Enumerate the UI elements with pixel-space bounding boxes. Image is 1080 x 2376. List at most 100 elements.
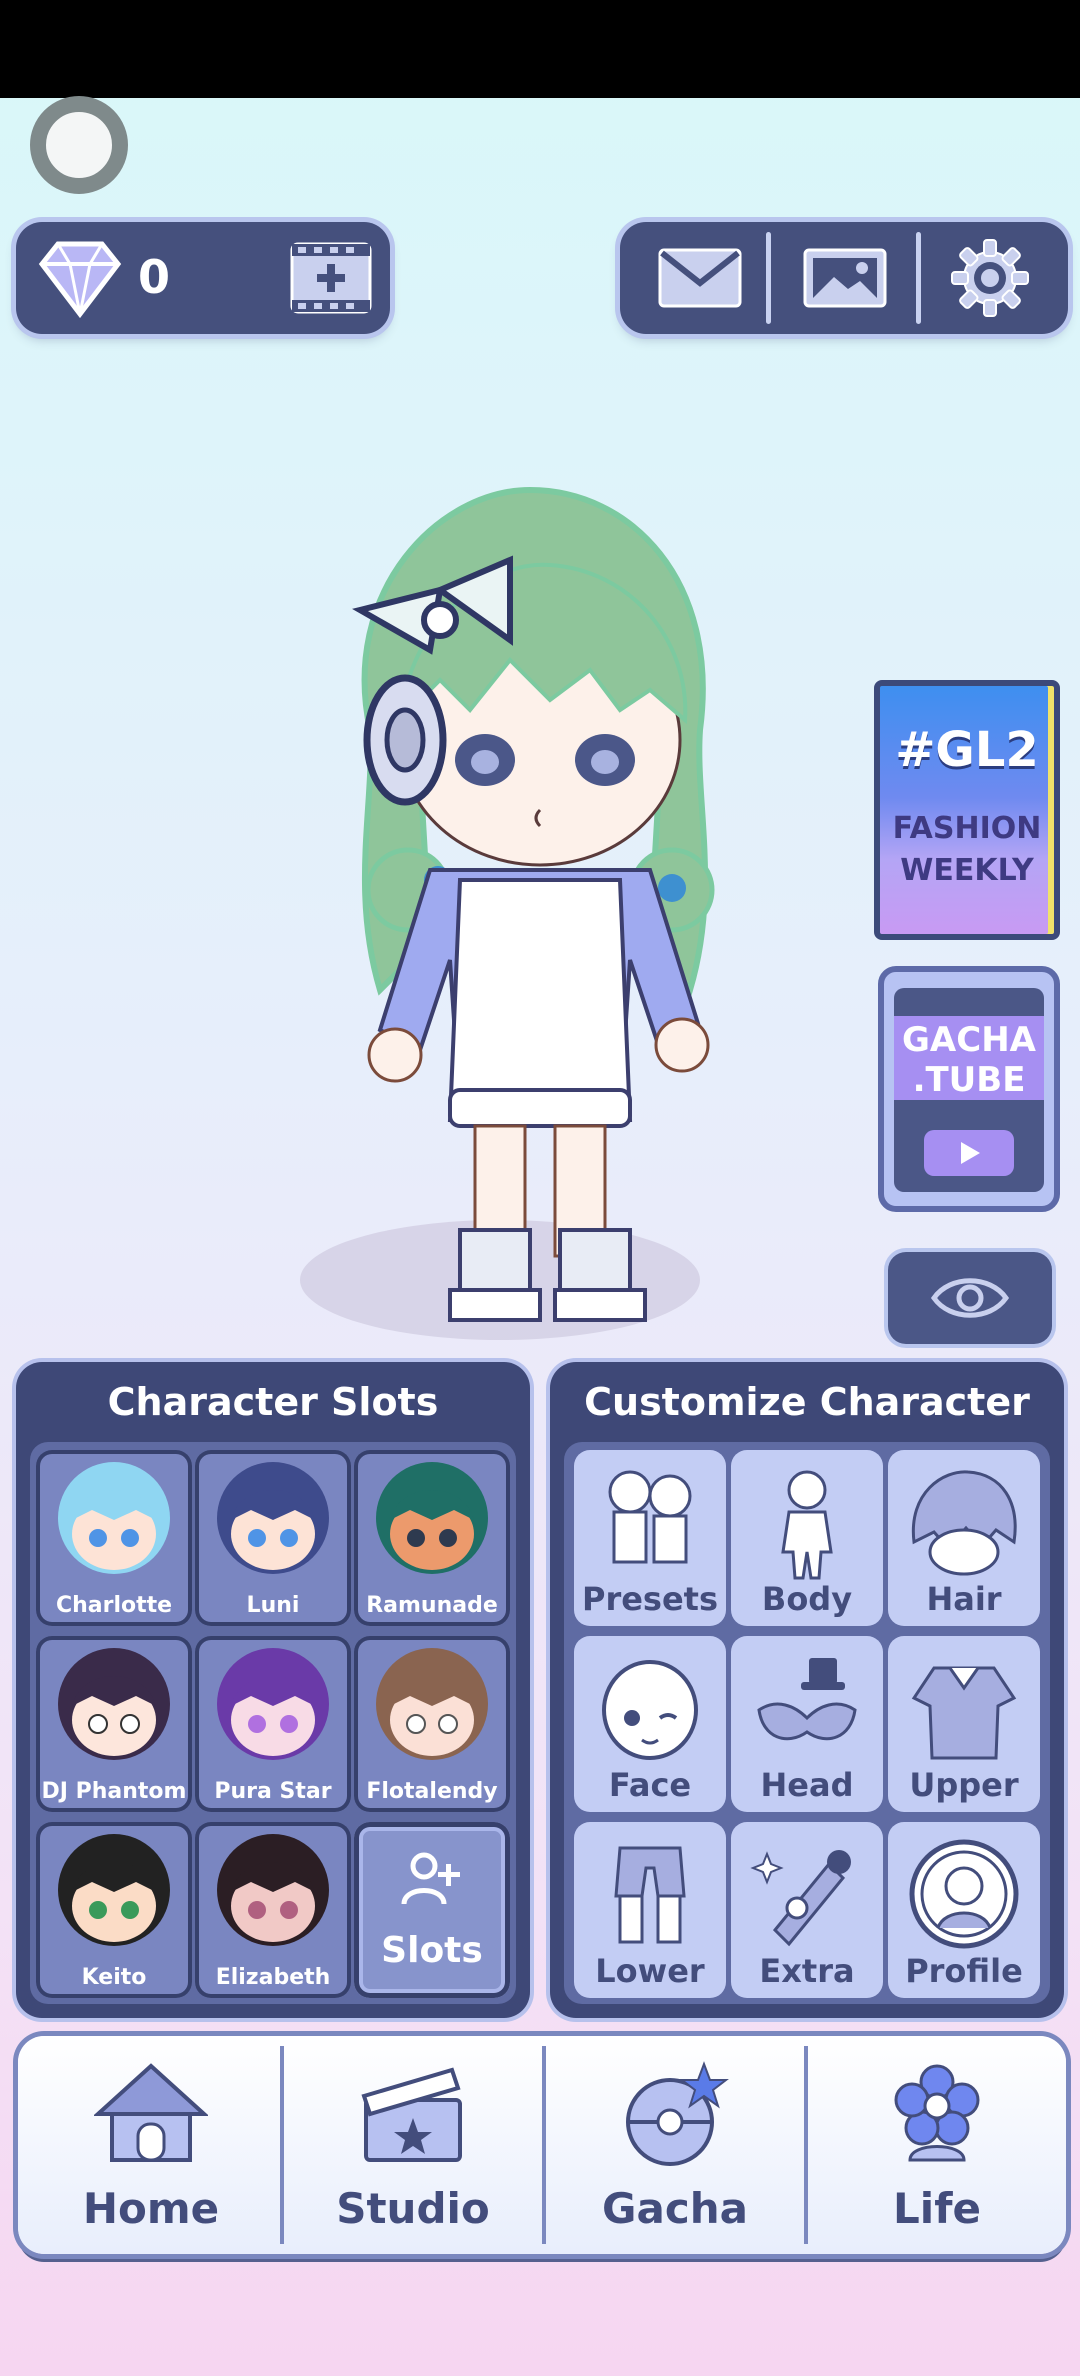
flower-icon	[894, 2064, 980, 2162]
body-button[interactable]: Body	[731, 1450, 883, 1626]
avatar	[58, 1648, 170, 1760]
character-preview[interactable]	[300, 470, 760, 1360]
slot-pura-star[interactable]: Pura Star	[195, 1636, 351, 1812]
slot-luni[interactable]: Luni	[195, 1450, 351, 1626]
nav-gacha[interactable]: Gacha	[546, 2036, 804, 2254]
slot-name: Charlotte	[55, 1593, 173, 1618]
extra-icon	[750, 1850, 851, 1947]
presets-button[interactable]: Presets	[574, 1450, 726, 1626]
play-icon	[924, 1130, 1014, 1176]
slot-name: Flotalendy	[366, 1779, 498, 1804]
nav-home[interactable]: Home	[22, 2036, 280, 2254]
customize-grid: Presets Body Hair Face Head Upper Lower …	[564, 1442, 1050, 2004]
lower-icon	[614, 1846, 686, 1944]
watch-ad-film-icon[interactable]	[288, 240, 374, 316]
envelope-icon	[658, 248, 742, 308]
nav-label: Studio	[336, 2184, 490, 2233]
customize-label: Head	[760, 1766, 854, 1804]
banner-line: .TUBE	[912, 1060, 1026, 1100]
gacha-orb-icon	[626, 2061, 729, 2166]
hair-button[interactable]: Hair	[888, 1450, 1040, 1626]
customize-label: Extra	[759, 1952, 855, 1990]
customize-label: Presets	[581, 1580, 719, 1618]
nav-studio[interactable]: Studio	[284, 2036, 542, 2254]
face-button[interactable]: Face	[574, 1636, 726, 1812]
house-icon	[94, 2063, 208, 2162]
upper-icon	[911, 1666, 1017, 1760]
currency-bar: 0	[16, 222, 390, 334]
slot-name: Pura Star	[214, 1779, 332, 1804]
customize-label: Profile	[905, 1952, 1023, 1990]
slots-grid: Charlotte Luni Ramunade DJ Phantom Pura …	[30, 1442, 516, 2004]
extra-button[interactable]: Extra	[731, 1822, 883, 1998]
customize-label: Hair	[926, 1580, 1002, 1618]
customize-label: Face	[608, 1766, 692, 1804]
eye-icon	[930, 1278, 1010, 1318]
avatar	[58, 1462, 170, 1574]
toggle-visibility-button[interactable]	[888, 1252, 1052, 1344]
slot-name: Luni	[246, 1593, 300, 1618]
slot-name: Ramunade	[366, 1593, 498, 1618]
banner-title: GACHA .TUBE	[894, 1020, 1044, 1100]
add-slots-button[interactable]: Slots	[354, 1822, 510, 1998]
face-icon	[602, 1660, 698, 1760]
banner-subtitle: FASHION WEEKLY	[880, 808, 1054, 892]
image-icon	[803, 248, 887, 308]
profile-button[interactable]: Profile	[888, 1822, 1040, 1998]
slot-name: DJ Phantom	[41, 1779, 187, 1804]
avatar	[217, 1648, 329, 1760]
nav-life[interactable]: Life	[808, 2036, 1066, 2254]
gl2-fashion-weekly-banner[interactable]: #GL2 FASHION WEEKLY	[874, 680, 1060, 940]
mail-button[interactable]	[630, 232, 770, 324]
toolbar-divider	[766, 232, 771, 324]
customize-label: Body	[761, 1580, 853, 1618]
nav-label: Gacha	[602, 2184, 748, 2233]
gem-count: 0	[138, 250, 171, 304]
add-person-icon	[401, 1852, 460, 1905]
lower-button[interactable]: Lower	[574, 1822, 726, 1998]
body-icon	[781, 1470, 833, 1580]
character-slots-panel: Character Slots Charlotte Luni Ramunade …	[16, 1362, 530, 2018]
head-icon	[757, 1658, 857, 1741]
clapperboard-icon	[361, 2067, 462, 2162]
avatar	[217, 1462, 329, 1574]
banner-title: #GL2	[895, 722, 1039, 778]
avatar	[376, 1462, 488, 1574]
banner-line: GACHA	[902, 1020, 1036, 1060]
customize-label: Lower	[595, 1952, 705, 1990]
diamond-icon	[38, 241, 122, 319]
slot-dj-phantom[interactable]: DJ Phantom	[36, 1636, 192, 1812]
status-bar	[0, 0, 1080, 98]
record-toggle-button[interactable]	[30, 96, 128, 194]
head-button[interactable]: Head	[731, 1636, 883, 1812]
tablet-screen: GACHA .TUBE	[894, 988, 1044, 1192]
gear-icon	[951, 239, 1029, 317]
panel-title: Customize Character	[584, 1380, 1030, 1424]
avatar	[376, 1648, 488, 1760]
nav-label: Life	[893, 2184, 981, 2233]
gacha-tube-banner[interactable]: GACHA .TUBE	[878, 966, 1060, 1212]
slot-ramunade[interactable]: Ramunade	[354, 1450, 510, 1626]
banner-line: WEEKLY	[900, 853, 1034, 888]
slot-keito[interactable]: Keito	[36, 1822, 192, 1998]
gallery-button[interactable]	[775, 232, 915, 324]
top-toolbar	[620, 222, 1068, 334]
presets-icon	[608, 1470, 692, 1564]
panel-title: Character Slots	[107, 1380, 439, 1424]
slot-charlotte[interactable]: Charlotte	[36, 1450, 192, 1626]
avatar	[58, 1834, 170, 1946]
banner-line: FASHION	[892, 811, 1042, 846]
avatar	[217, 1834, 329, 1946]
slot-name: Keito	[81, 1965, 147, 1990]
bottom-navigation: Home Studio Gacha Life	[18, 2036, 1066, 2254]
customize-label: Upper	[909, 1766, 1019, 1804]
slot-elizabeth[interactable]: Elizabeth	[195, 1822, 351, 1998]
hair-icon	[911, 1470, 1017, 1576]
settings-button[interactable]	[920, 232, 1060, 324]
nav-label: Home	[82, 2184, 220, 2233]
upper-button[interactable]: Upper	[888, 1636, 1040, 1812]
slot-name: Elizabeth	[215, 1965, 331, 1990]
add-slots-label: Slots	[381, 1930, 483, 1971]
slot-flotalendy[interactable]: Flotalendy	[354, 1636, 510, 1812]
customize-character-panel: Customize Character Presets Body Hair Fa…	[550, 1362, 1064, 2018]
